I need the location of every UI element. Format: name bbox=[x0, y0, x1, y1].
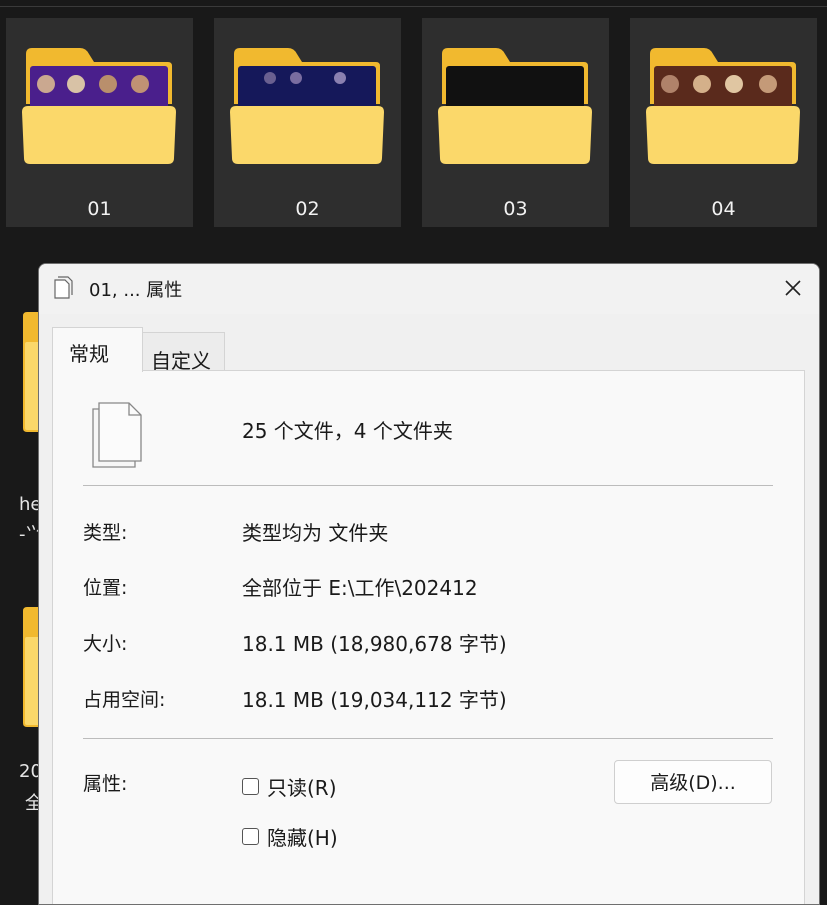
explorer-top-divider bbox=[0, 6, 827, 7]
dialog-titlebar[interactable]: 01, ... 属性 bbox=[39, 264, 819, 314]
advanced-button[interactable]: 高级(D)... bbox=[614, 760, 772, 804]
readonly-label: 只读(R) bbox=[267, 776, 337, 800]
checkbox-box[interactable] bbox=[242, 828, 259, 845]
multiple-files-icon bbox=[92, 402, 142, 468]
hidden-checkbox[interactable]: 隐藏(H) bbox=[242, 822, 338, 851]
close-icon[interactable] bbox=[781, 276, 805, 300]
tab-general[interactable]: 常规 bbox=[52, 327, 143, 372]
hidden-label: 隐藏(H) bbox=[267, 826, 338, 850]
divider bbox=[83, 485, 773, 486]
disk-usage-value: 18.1 MB (19,034,112 字节) bbox=[242, 688, 507, 712]
folder-icon bbox=[22, 48, 176, 164]
folder-tile-02[interactable]: 02 bbox=[214, 18, 401, 227]
type-label: 类型: bbox=[83, 522, 128, 544]
folder-name: 01 bbox=[87, 198, 112, 220]
properties-dialog: 01, ... 属性 常规 自定义 25 个文件，4 个文件夹 类型: 类型均为… bbox=[38, 263, 820, 905]
disk-usage-label: 占用空间: bbox=[83, 689, 166, 711]
folder-icon bbox=[438, 48, 592, 164]
divider bbox=[83, 738, 773, 739]
attributes-label: 属性: bbox=[83, 773, 128, 795]
type-value: 类型均为 文件夹 bbox=[242, 521, 389, 545]
size-label: 大小: bbox=[83, 633, 128, 655]
folder-tile-03[interactable]: 03 bbox=[422, 18, 609, 227]
folder-name: 04 bbox=[711, 198, 736, 220]
selection-summary: 25 个文件，4 个文件夹 bbox=[242, 419, 453, 443]
documents-icon bbox=[54, 276, 73, 299]
folder-tile-04[interactable]: 04 bbox=[630, 18, 817, 227]
general-panel: 25 个文件，4 个文件夹 类型: 类型均为 文件夹 位置: 全部位于 E:\工… bbox=[52, 370, 805, 904]
tab-custom[interactable]: 自定义 bbox=[143, 332, 225, 373]
readonly-checkbox[interactable]: 只读(R) bbox=[242, 772, 337, 801]
folder-name: 02 bbox=[295, 198, 320, 220]
location-value: 全部位于 E:\工作\202412 bbox=[242, 576, 478, 600]
folder-icon bbox=[230, 48, 384, 164]
folder-tile-01[interactable]: 01 bbox=[6, 18, 193, 227]
size-value: 18.1 MB (18,980,678 字节) bbox=[242, 632, 507, 656]
dialog-title: 01, ... 属性 bbox=[89, 280, 183, 301]
location-label: 位置: bbox=[83, 577, 128, 599]
checkbox-box[interactable] bbox=[242, 778, 259, 795]
folder-name: 03 bbox=[503, 198, 528, 220]
folder-icon bbox=[646, 48, 800, 164]
